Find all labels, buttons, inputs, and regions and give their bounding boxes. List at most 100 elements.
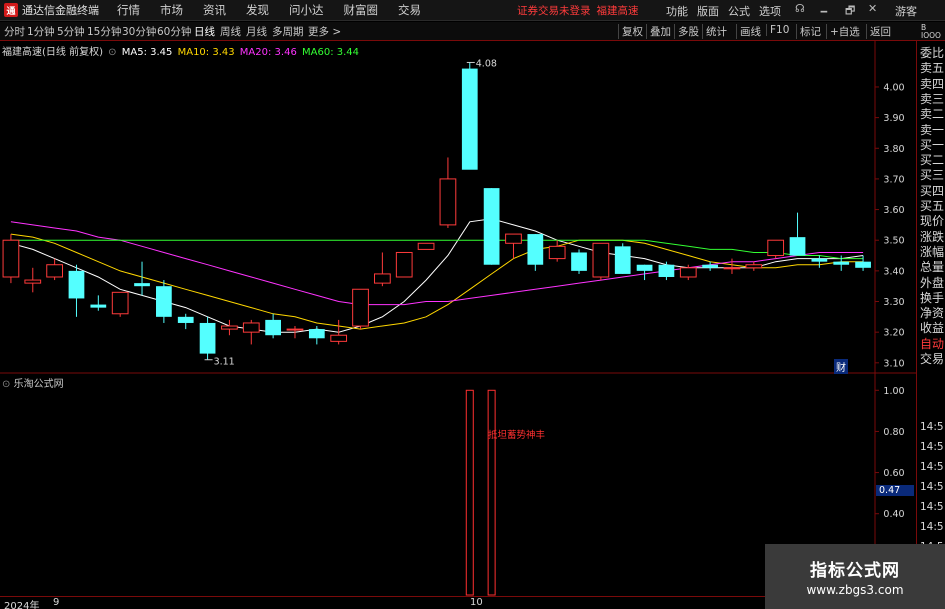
candle-body <box>679 267 697 278</box>
login-warning[interactable]: 证券交易未登录 <box>517 3 591 18</box>
trade-time: 14:5 <box>920 481 944 493</box>
candle-body <box>614 246 631 274</box>
y-tick-label: 3.20 <box>883 328 904 339</box>
sub-chart-legend: ⊙ 乐淘公式网 <box>2 375 64 390</box>
y-tick-label: 3.60 <box>883 205 904 216</box>
date-label-year: 2024年 <box>4 601 40 609</box>
legend-toggle-icon[interactable]: ⊙ <box>108 47 116 58</box>
watermark-url: www.zbgs3.com <box>806 583 904 597</box>
trade-time: 14:5 <box>920 461 944 473</box>
ma5-label: MA5: 3.45 <box>121 47 173 58</box>
candle-body <box>330 334 348 342</box>
overlay-button[interactable]: 叠加 <box>646 24 671 39</box>
candle-body <box>24 279 42 284</box>
ma-line-ma5 <box>10 218 864 333</box>
candle-body <box>702 264 718 268</box>
candle-body <box>46 264 63 278</box>
tab-more[interactable]: 更多 > <box>308 24 341 39</box>
candle-body <box>265 319 281 336</box>
close-icon[interactable]: ✕ <box>868 2 877 15</box>
sub-chart-title: 乐淘公式网 <box>13 379 64 390</box>
candle-body <box>90 304 107 308</box>
menu-wealth[interactable]: 财富圈 <box>344 2 379 18</box>
tab-15min[interactable]: 15分钟 <box>87 24 121 39</box>
sub-toggle-icon[interactable]: ⊙ <box>2 379 10 390</box>
app-logo: 通 <box>4 3 18 17</box>
tab-1min[interactable]: 1分钟 <box>27 24 55 39</box>
period-toolbar: 分时 1分钟 5分钟 15分钟 30分钟 60分钟 日线 周线 月线 多周期 更… <box>0 22 945 41</box>
candle-body <box>483 188 500 265</box>
app-title: 通达信金融终端 <box>22 4 99 17</box>
menu-market[interactable]: 行情 <box>117 2 140 18</box>
candle-body <box>789 237 806 256</box>
watermark: 指标公式网 www.zbgs3.com <box>765 544 945 609</box>
candle-body <box>505 233 522 244</box>
date-label-oct: 10 <box>470 597 483 608</box>
menu-ask[interactable]: 问小达 <box>289 2 324 18</box>
tab-weekly[interactable]: 周线 <box>220 24 241 39</box>
back-button[interactable]: 返回 <box>866 24 891 39</box>
adjust-button[interactable]: 复权 <box>618 24 643 39</box>
candle-body <box>767 239 785 257</box>
y-tick-label: 3.50 <box>883 236 904 247</box>
candle-body <box>548 245 566 260</box>
watermark-title: 指标公式网 <box>810 561 900 581</box>
tab-60min[interactable]: 60分钟 <box>157 24 191 39</box>
sub-y-tick-label: 0.40 <box>883 509 904 520</box>
candle-body <box>111 291 129 315</box>
menu-news[interactable]: 资讯 <box>203 2 226 18</box>
sub-y-tick-label: 0.80 <box>883 427 904 438</box>
candle-body <box>352 288 369 327</box>
candle-body <box>199 322 216 354</box>
candle-body <box>571 252 587 271</box>
stats-button[interactable]: 统计 <box>702 24 727 39</box>
y-tick-label: 3.40 <box>883 266 904 277</box>
support-icon[interactable]: ☊ <box>795 2 805 15</box>
ma-legend: 福建高速(日线 前复权) ⊙ MA5: 3.45 MA10: 3.43 MA20… <box>2 43 361 58</box>
ma-line-ma60 <box>10 239 864 260</box>
y-tick-label: 3.10 <box>883 358 904 369</box>
candle-body <box>527 234 544 265</box>
finance-badge[interactable]: 财 <box>834 359 848 374</box>
trade-time: 14:5 <box>920 441 944 453</box>
menu-trade[interactable]: 交易 <box>398 2 421 18</box>
y-tick-label: 3.30 <box>883 297 904 308</box>
tab-monthly[interactable]: 月线 <box>246 24 267 39</box>
candle-body <box>221 325 238 330</box>
tab-30min[interactable]: 30分钟 <box>122 24 156 39</box>
multi-stock-button[interactable]: 多股 <box>674 24 699 39</box>
sub-y-tick-label: 0.60 <box>883 468 904 479</box>
f10-button[interactable]: F10 <box>766 24 789 36</box>
draw-line-button[interactable]: 画线 <box>736 24 761 39</box>
sub-y-tick-label: 1.00 <box>883 386 904 397</box>
add-watchlist-button[interactable]: +自选 <box>826 24 860 39</box>
tab-timeshare[interactable]: 分时 <box>4 24 25 39</box>
stock-name-header: 福建高速 <box>596 4 639 17</box>
menu-function[interactable]: 功能 <box>666 3 688 19</box>
tab-multi-period[interactable]: 多周期 <box>272 24 304 39</box>
ma-line-ma10 <box>10 233 864 330</box>
mark-button[interactable]: 标记 <box>796 24 821 39</box>
y-tick-label: 3.70 <box>883 174 904 185</box>
ma-line-ma20 <box>10 221 864 306</box>
menu-discover[interactable]: 发现 <box>246 2 269 18</box>
candle-body <box>745 264 763 269</box>
kline-chart[interactable]: 3.10 3.20 3.30 3.40 3.50 3.60 3.70 3.80 3.90 4.00… <box>0 41 916 596</box>
menu-formula[interactable]: 公式 <box>728 3 750 19</box>
tab-daily[interactable]: 日线 <box>194 24 215 39</box>
maximize-icon[interactable]: 🗗 <box>845 2 855 21</box>
candle-body <box>374 273 391 284</box>
high-label: 4.08 <box>476 58 497 69</box>
sub-value-badge: 0.47 <box>876 485 914 496</box>
signal-bar <box>487 389 496 596</box>
menu-market-overview[interactable]: 市场 <box>160 2 183 18</box>
guest-label[interactable]: 游客 <box>895 3 917 19</box>
y-tick-label: 3.80 <box>883 144 904 155</box>
menu-layout[interactable]: 版面 <box>697 3 719 19</box>
tab-5min[interactable]: 5分钟 <box>57 24 85 39</box>
minimize-icon[interactable]: 🗕 <box>820 2 828 21</box>
candle-body <box>658 264 675 277</box>
low-label: 3.11 <box>214 357 235 368</box>
candle-body <box>439 178 457 226</box>
menu-options[interactable]: 选项 <box>759 3 781 19</box>
